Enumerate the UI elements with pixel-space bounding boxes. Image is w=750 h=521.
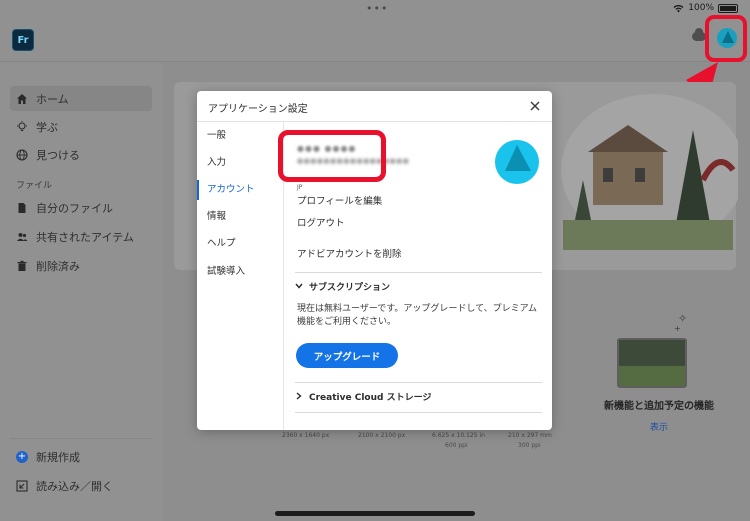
doc-preset-size: 210 x 297 mm [508, 432, 552, 439]
nav-help[interactable]: ヘルプ [197, 234, 284, 254]
sidebar-item-label: ホーム [36, 92, 69, 106]
status-bar: ••• 100% [0, 0, 750, 18]
annotation-highlight-avatar [705, 15, 747, 62]
delete-account-link[interactable]: アドビアカウントを削除 [297, 246, 402, 260]
upgrade-button[interactable]: アップグレード [296, 343, 398, 368]
doc-preset-size: 6.625 x 10.125 in [432, 432, 485, 439]
divider [295, 382, 542, 383]
sidebar-item-label: 共有されたアイテム [36, 230, 134, 244]
globe-icon [16, 148, 28, 161]
app-topbar: Fr [0, 18, 750, 62]
sidebar-item-deleted[interactable]: 削除済み [10, 253, 152, 278]
sidebar-item-label: 削除済み [36, 259, 80, 273]
chevron-down-icon [295, 282, 303, 291]
whats-new-image [617, 338, 687, 388]
dialog-title: アプリケーション設定 [208, 104, 308, 115]
dialog-nav: 一般 入力 アカウント 情報 ヘルプ 試験導入 [197, 122, 284, 430]
sidebar-item-label: 読み込み／開く [36, 479, 113, 493]
sidebar-item-new[interactable]: + 新規作成 [10, 444, 152, 469]
edit-profile-link[interactable]: プロフィールを編集 [297, 193, 382, 207]
logout-link[interactable]: ログアウト [297, 215, 345, 229]
status-indicators: 100% [673, 3, 738, 13]
sidebar-divider [10, 438, 152, 439]
whats-new-card: ✧ + 新機能と追加予定の機能 表示 [584, 300, 734, 462]
subscription-section-toggle[interactable]: サブスクリプション [295, 280, 390, 293]
sidebar-section-files: ファイル [16, 181, 53, 191]
divider [295, 272, 542, 273]
subscription-description: 現在は無料ユーザーです。アップグレードして、プレミアム機能をご利用ください。 [297, 304, 538, 327]
lightbulb-icon [16, 120, 28, 133]
wifi-icon [673, 4, 684, 12]
nav-general[interactable]: 一般 [197, 126, 284, 146]
import-icon [16, 479, 28, 492]
sidebar-item-home[interactable]: ホーム [10, 86, 152, 111]
nav-account[interactable]: アカウント [197, 180, 284, 200]
whats-new-title: 新機能と追加予定の機能 [604, 401, 714, 412]
sidebar-item-import[interactable]: 読み込み／開く [10, 473, 152, 498]
multitasking-dots[interactable]: ••• [366, 2, 388, 15]
account-country: JP [297, 184, 303, 191]
battery-percent: 100% [688, 3, 714, 13]
sidebar-item-learn[interactable]: 学ぶ [10, 114, 152, 139]
sidebar-item-label: 見つける [36, 148, 80, 162]
sidebar-item-label: 新規作成 [36, 450, 80, 464]
cloud-icon[interactable] [692, 28, 706, 41]
nav-experimental[interactable]: 試験導入 [197, 262, 284, 282]
home-icon [16, 93, 28, 105]
sidebar: ホーム 学ぶ 見つける ファイル 自分のファイル 共有されたアイテム 削除済み … [0, 62, 162, 521]
sidebar-item-shared[interactable]: 共有されたアイテム [10, 224, 152, 249]
cc-storage-heading: Creative Cloud ストレージ [309, 393, 432, 403]
subscription-heading: サブスクリプション [309, 283, 391, 293]
cc-storage-section-toggle[interactable]: Creative Cloud ストレージ [295, 390, 431, 403]
sidebar-item-my-files[interactable]: 自分のファイル [10, 195, 152, 220]
annotation-highlight-name [278, 130, 386, 182]
dialog-header: アプリケーション設定 [197, 91, 552, 122]
sidebar-item-discover[interactable]: 見つける [10, 142, 152, 167]
plus-circle-icon: + [16, 450, 28, 463]
close-icon[interactable] [526, 97, 544, 115]
fresco-logo: Fr [12, 29, 34, 51]
sidebar-item-label: 自分のファイル [36, 201, 113, 215]
doc-preset-ppi: 600 ppi [445, 442, 468, 449]
whats-new-view-link[interactable]: 表示 [584, 420, 734, 433]
sidebar-item-label: 学ぶ [36, 120, 58, 134]
trash-icon [16, 260, 28, 272]
account-avatar [495, 140, 539, 184]
shared-users-icon [16, 231, 28, 243]
nav-input[interactable]: 入力 [197, 153, 284, 173]
nav-info[interactable]: 情報 [197, 207, 284, 227]
hero-illustration [561, 94, 738, 250]
battery-icon [718, 3, 738, 13]
doc-preset-ppi: 300 ppi [518, 442, 541, 449]
chevron-right-icon [295, 391, 303, 402]
divider [295, 412, 542, 413]
doc-preset-size: 2360 x 1640 px [282, 432, 330, 439]
doc-preset-size: 2100 x 2100 px [358, 432, 406, 439]
file-icon [16, 202, 28, 214]
home-indicator[interactable] [275, 511, 475, 516]
sparkle-icon: + [674, 324, 681, 333]
